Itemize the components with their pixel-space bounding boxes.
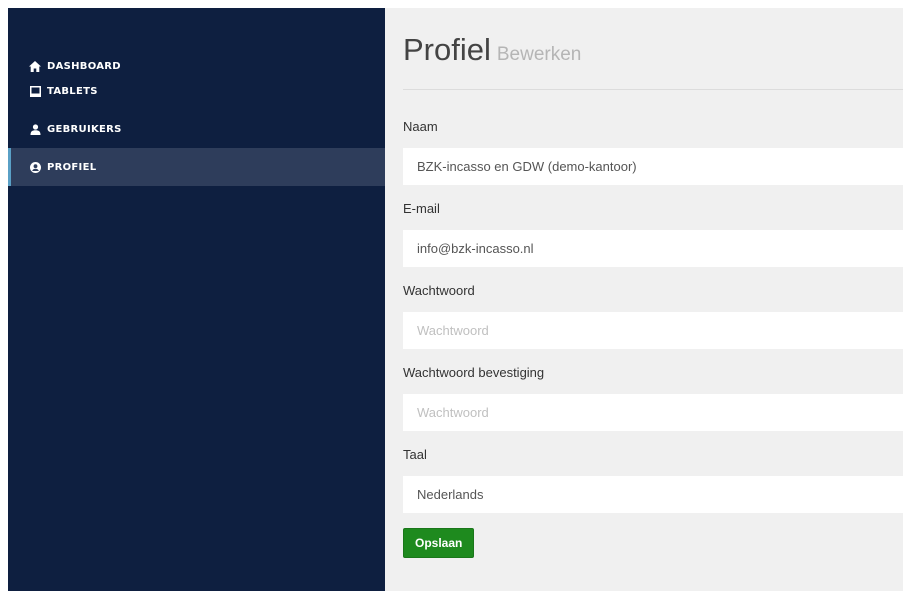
password-input[interactable]	[403, 312, 903, 349]
page-title: Profiel	[403, 32, 491, 67]
language-selected-value: Nederlands	[417, 487, 484, 502]
password-field-group: Wachtwoord	[403, 283, 903, 349]
name-field-group: Naam	[403, 119, 903, 185]
password-label: Wachtwoord	[403, 283, 475, 298]
app-window: DASHBOARD TABLETS GEBRUIKERS PROFIEL Pro…	[8, 8, 903, 591]
sidebar-item-label: PROFIEL	[47, 161, 97, 173]
home-icon	[28, 59, 42, 73]
sidebar-item-profiel[interactable]: PROFIEL	[8, 148, 385, 186]
language-select[interactable]: Nederlands	[403, 476, 903, 513]
tablet-icon	[28, 84, 42, 98]
sidebar-item-label: DASHBOARD	[47, 60, 121, 72]
password-confirm-input[interactable]	[403, 394, 903, 431]
email-field-group: E-mail	[403, 201, 903, 267]
sidebar: DASHBOARD TABLETS GEBRUIKERS PROFIEL	[8, 8, 385, 591]
save-button[interactable]: Opslaan	[403, 528, 475, 558]
page-header: Profiel Bewerken	[403, 8, 903, 90]
email-input[interactable]	[403, 230, 903, 267]
sidebar-item-tablets[interactable]: TABLETS	[8, 72, 385, 110]
main-content: ProfielBewerken Naam E-mail Wachtwoord W…	[385, 8, 903, 591]
profile-form: Naam E-mail Wachtwoord Wachtwoord bevest…	[403, 119, 903, 558]
language-label: Taal	[403, 447, 427, 462]
password-confirm-label: Wachtwoord bevestiging	[403, 365, 545, 380]
sidebar-item-gebruikers[interactable]: GEBRUIKERS	[8, 110, 385, 148]
email-label: E-mail	[403, 201, 440, 216]
sidebar-item-label: GEBRUIKERS	[47, 123, 122, 135]
user-icon	[28, 122, 42, 136]
name-input[interactable]	[403, 148, 903, 185]
sidebar-item-label: TABLETS	[47, 85, 98, 97]
user-circle-icon	[28, 160, 42, 174]
language-field-group: Taal Nederlands	[403, 447, 903, 513]
page-subtitle: Bewerken	[496, 44, 582, 65]
password-confirm-field-group: Wachtwoord bevestiging	[403, 365, 903, 431]
name-label: Naam	[403, 119, 438, 134]
